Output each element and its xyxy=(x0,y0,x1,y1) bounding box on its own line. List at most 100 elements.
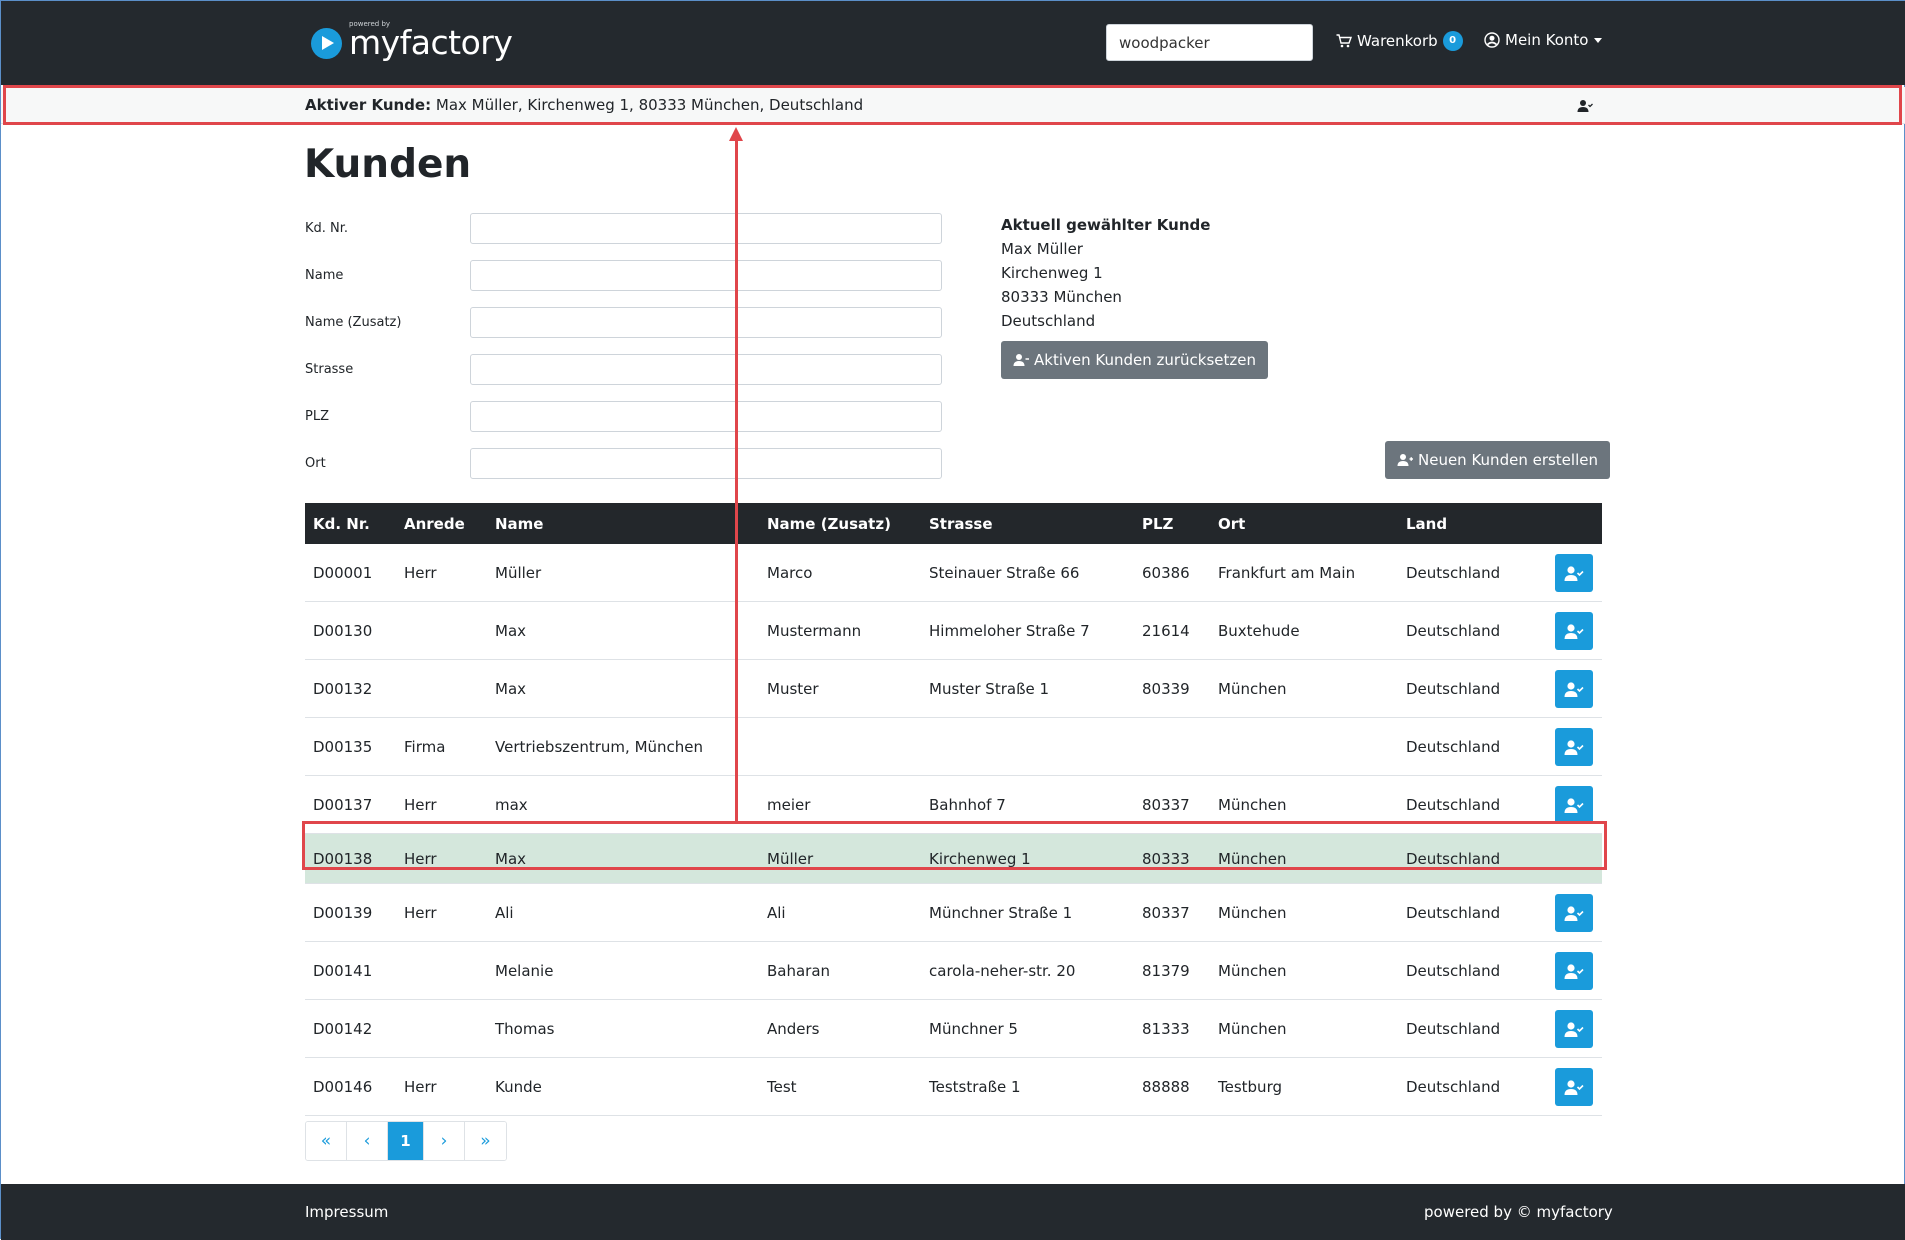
cell-name: Max xyxy=(495,622,527,640)
th-plz[interactable]: PLZ xyxy=(1142,515,1173,533)
cell-land: Deutschland xyxy=(1406,680,1501,698)
cell-anrede: Herr xyxy=(404,904,437,922)
annotation-highlight-row xyxy=(302,821,1607,870)
cart-count-badge: 0 xyxy=(1442,31,1463,51)
cell-plz: 60386 xyxy=(1142,564,1190,582)
cell-plz: 81333 xyxy=(1142,1020,1190,1038)
powered-by-text: powered by © myfactory xyxy=(1424,1203,1613,1221)
cell-name-zusatz: Marco xyxy=(767,564,813,582)
plz-input[interactable] xyxy=(470,401,942,432)
cell-plz: 88888 xyxy=(1142,1078,1190,1096)
kdnr-input[interactable] xyxy=(470,213,942,244)
cell-strasse: Teststraße 1 xyxy=(929,1078,1021,1096)
th-kdnr[interactable]: Kd. Nr. xyxy=(313,515,370,533)
cell-name-zusatz: Test xyxy=(767,1078,797,1096)
name-input[interactable] xyxy=(470,260,942,291)
cell-kdnr: D00142 xyxy=(313,1020,373,1038)
th-ort[interactable]: Ort xyxy=(1218,515,1245,533)
cell-plz: 80339 xyxy=(1142,680,1190,698)
account-dropdown[interactable]: Mein Konto xyxy=(1484,31,1603,49)
user-check-icon xyxy=(1564,1079,1584,1095)
select-customer-button[interactable] xyxy=(1555,554,1593,592)
user-check-icon xyxy=(1564,565,1584,581)
user-check-icon xyxy=(1564,797,1584,813)
strasse-input[interactable] xyxy=(470,354,942,385)
top-navbar: myfactory powered by Warenkorb 0 Mein Ko… xyxy=(1,1,1905,85)
cell-name: Ali xyxy=(495,904,514,922)
select-customer-button[interactable] xyxy=(1555,670,1593,708)
page-title: Kunden xyxy=(304,142,472,187)
select-customer-button[interactable] xyxy=(1555,786,1593,824)
cell-name-zusatz: meier xyxy=(767,796,811,814)
page-prev-button[interactable]: ‹ xyxy=(347,1122,388,1160)
select-customer-button[interactable] xyxy=(1555,952,1593,990)
cell-land: Deutschland xyxy=(1406,796,1501,814)
cell-anrede: Herr xyxy=(404,1078,437,1096)
reset-button-label: Aktiven Kunden zurücksetzen xyxy=(1034,351,1257,369)
select-customer-button[interactable] xyxy=(1555,612,1593,650)
selected-customer-title: Aktuell gewählter Kunde xyxy=(1001,216,1211,234)
cell-strasse: Muster Straße 1 xyxy=(929,680,1050,698)
cell-name-zusatz: Anders xyxy=(767,1020,820,1038)
cell-land: Deutschland xyxy=(1406,904,1501,922)
user-check-icon xyxy=(1564,681,1584,697)
footer: Impressum powered by © myfactory xyxy=(1,1184,1905,1240)
cell-name-zusatz: Ali xyxy=(767,904,786,922)
cell-plz: 80337 xyxy=(1142,796,1190,814)
reset-active-customer-button[interactable]: Aktiven Kunden zurücksetzen xyxy=(1001,341,1269,379)
label-kdnr: Kd. Nr. xyxy=(305,221,349,236)
label-name: Name xyxy=(305,268,344,283)
brand-logo[interactable]: myfactory powered by xyxy=(311,20,513,63)
cell-ort: München xyxy=(1218,1020,1287,1038)
cell-kdnr: D00132 xyxy=(313,680,373,698)
selected-customer-name: Max Müller xyxy=(1001,240,1083,258)
page-current-button[interactable]: 1 xyxy=(388,1122,424,1160)
selected-customer-country: Deutschland xyxy=(1001,312,1096,330)
annotation-highlight-bar xyxy=(3,85,1902,125)
cell-kdnr: D00130 xyxy=(313,622,373,640)
cell-plz: 21614 xyxy=(1142,622,1190,640)
select-customer-button[interactable] xyxy=(1555,728,1593,766)
cell-name: Vertriebszentrum, München xyxy=(495,738,704,756)
cell-anrede: Herr xyxy=(404,796,437,814)
pagination: « ‹ 1 › » xyxy=(305,1121,507,1161)
page-first-button[interactable]: « xyxy=(306,1122,347,1160)
th-strasse[interactable]: Strasse xyxy=(929,515,993,533)
cell-name-zusatz: Muster xyxy=(767,680,819,698)
label-strasse: Strasse xyxy=(305,362,354,377)
page-next-button[interactable]: › xyxy=(424,1122,465,1160)
label-name-zusatz: Name (Zusatz) xyxy=(305,315,402,330)
cell-strasse: Münchner Straße 1 xyxy=(929,904,1073,922)
name-zusatz-input[interactable] xyxy=(470,307,942,338)
cart-link[interactable]: Warenkorb 0 xyxy=(1336,31,1463,51)
annotation-arrow-line xyxy=(735,138,738,823)
new-customer-button[interactable]: Neuen Kunden erstellen xyxy=(1385,441,1610,479)
cell-name: max xyxy=(495,796,528,814)
table-row: D00139 Herr Ali Ali Münchner Straße 1 80337 Mü… xyxy=(305,884,1602,942)
brand-powered-by: powered by xyxy=(349,20,391,28)
cell-name-zusatz: Baharan xyxy=(767,962,831,980)
cell-plz: 81379 xyxy=(1142,962,1190,980)
table-row: D00142 Thomas Anders Münchner 5 81333 München… xyxy=(305,1000,1602,1058)
annotation-arrow-head xyxy=(729,127,743,141)
page-last-button[interactable]: » xyxy=(465,1122,506,1160)
label-ort: Ort xyxy=(305,456,326,471)
cell-kdnr: D00146 xyxy=(313,1078,373,1096)
th-name[interactable]: Name xyxy=(495,515,543,533)
impressum-link[interactable]: Impressum xyxy=(305,1203,388,1221)
th-name-zusatz[interactable]: Name (Zusatz) xyxy=(767,515,891,533)
label-plz: PLZ xyxy=(305,409,329,424)
search-input[interactable] xyxy=(1106,24,1313,61)
cart-icon xyxy=(1336,34,1352,48)
brand-name: myfactory xyxy=(349,23,513,62)
chevron-down-icon xyxy=(1594,37,1603,43)
th-anrede[interactable]: Anrede xyxy=(404,515,465,533)
select-customer-button[interactable] xyxy=(1555,1068,1593,1106)
select-customer-button[interactable] xyxy=(1555,894,1593,932)
cell-strasse: carola-neher-str. 20 xyxy=(929,962,1076,980)
user-check-icon xyxy=(1564,905,1584,921)
cell-land: Deutschland xyxy=(1406,738,1501,756)
ort-input[interactable] xyxy=(470,448,942,479)
th-land[interactable]: Land xyxy=(1406,515,1447,533)
select-customer-button[interactable] xyxy=(1555,1010,1593,1048)
